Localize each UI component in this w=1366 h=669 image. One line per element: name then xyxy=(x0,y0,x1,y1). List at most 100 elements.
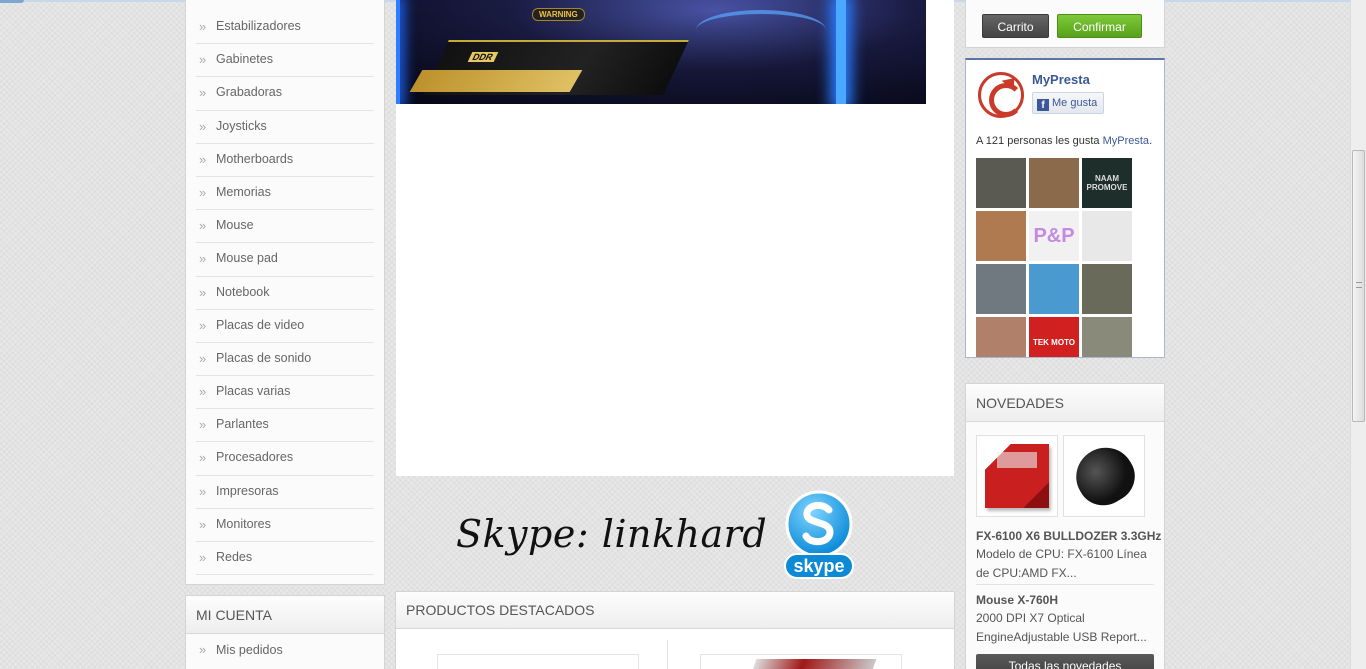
mypresta-logo-icon[interactable] xyxy=(978,72,1024,118)
news-product-desc-line: Modelo de CPU: FX-6100 Línea xyxy=(976,547,1147,561)
facebook-fan-avatar[interactable] xyxy=(976,158,1026,208)
facebook-fan-avatar[interactable] xyxy=(1082,211,1132,261)
hero-light-strip xyxy=(396,0,400,104)
facebook-page-name[interactable]: MyPresta xyxy=(1032,72,1090,87)
like-count-text: A 121 personas les gusta xyxy=(976,135,1103,147)
category-link[interactable]: » Grabadoras xyxy=(196,77,374,111)
facebook-fan-avatar[interactable] xyxy=(976,317,1026,357)
facebook-fan-avatar[interactable]: NAAM PROMOVE xyxy=(1082,158,1132,208)
product-thumb-cpu[interactable] xyxy=(976,435,1058,517)
chevron-right-icon: » xyxy=(199,151,207,167)
facebook-fan-avatar[interactable] xyxy=(976,211,1026,261)
featured-product-thumb[interactable] xyxy=(437,654,639,669)
category-link[interactable]: » Motherboards xyxy=(196,144,374,177)
chevron-right-icon: » xyxy=(199,118,207,134)
news-separator xyxy=(976,584,1154,585)
category-link[interactable]: » Mouse pad xyxy=(196,243,374,277)
news-product-name[interactable]: Mouse X-760H xyxy=(976,593,1058,607)
cart-button[interactable]: Carrito xyxy=(982,14,1049,38)
facebook-icon: f xyxy=(1037,99,1049,111)
chevron-right-icon: » xyxy=(199,85,207,101)
scrollbar-grip-icon xyxy=(1356,282,1362,288)
facebook-fan-avatar[interactable]: P&P xyxy=(1029,211,1079,261)
news-product-desc-line: de CPU:AMD FX... xyxy=(976,566,1077,580)
category-link[interactable]: » Gabinetes xyxy=(196,44,374,78)
facebook-fan-avatar[interactable] xyxy=(1082,264,1132,314)
chevron-right-icon: » xyxy=(199,19,207,34)
featured-product-thumb[interactable] xyxy=(700,654,902,669)
news-product-desc: 2000 DPI X7 Optical EngineAdjustable USB… xyxy=(976,609,1156,647)
skype-banner[interactable]: Skype: linkhard skype xyxy=(396,482,954,586)
skype-contact-text: Skype: linkhard xyxy=(456,512,768,556)
category-link[interactable]: » Placas de sonido xyxy=(196,343,374,377)
product-thumb-mouse[interactable] xyxy=(1063,435,1145,517)
facebook-fan-avatar[interactable] xyxy=(1029,158,1079,208)
category-link[interactable]: » Placas varias xyxy=(196,376,374,410)
category-link[interactable]: » Memorias xyxy=(196,177,374,211)
window-corner-mark xyxy=(0,0,24,3)
category-link[interactable]: » Redes xyxy=(196,542,374,576)
cart-block: Carrito Confirmar xyxy=(965,0,1165,48)
account-link-orders[interactable]: » Mis pedidos xyxy=(186,634,384,657)
chevron-right-icon: » xyxy=(199,417,207,433)
facebook-like-label: Me gusta xyxy=(1052,97,1098,109)
news-product-desc: Modelo de CPU: FX-6100 Línea de CPU:AMD … xyxy=(976,545,1156,583)
chevron-right-icon: » xyxy=(199,550,207,565)
category-label: Grabadoras xyxy=(216,85,283,100)
facebook-fan-avatar[interactable] xyxy=(1082,317,1132,357)
category-label: Parlantes xyxy=(216,417,269,432)
category-link[interactable]: » Parlantes xyxy=(196,409,374,443)
news-product-name[interactable]: FX-6100 X6 BULLDOZER 3.3GHz xyxy=(976,529,1161,543)
categories-block: » Estabilizadores » Gabinetes » Grabadoras » Jo… xyxy=(185,0,385,585)
chevron-right-icon: » xyxy=(199,516,207,532)
chevron-right-icon: » xyxy=(199,642,207,657)
facebook-fan-avatar[interactable] xyxy=(976,264,1026,314)
category-link[interactable]: » Placas de video xyxy=(196,310,374,343)
category-label: Monitores xyxy=(216,516,271,531)
chevron-right-icon: » xyxy=(199,184,207,200)
chevron-right-icon: » xyxy=(199,317,207,333)
all-new-products-button[interactable]: Todas las novedades xyxy=(976,654,1154,669)
category-link[interactable]: » Monitores xyxy=(196,509,374,542)
page-scrollbar[interactable] xyxy=(1350,0,1366,669)
hero-ram-badge: DDR xyxy=(467,52,498,62)
news-product-desc-line: EngineAdjustable USB Report... xyxy=(976,630,1147,644)
category-label: Procesadores xyxy=(216,450,294,465)
facebook-like-button[interactable]: f Me gusta xyxy=(1032,92,1105,114)
facebook-fan-avatar[interactable]: TEK MOTO xyxy=(1029,317,1079,357)
category-link[interactable]: » Mouse xyxy=(196,210,374,244)
category-link[interactable]: » Joysticks xyxy=(196,111,374,144)
chevron-right-icon: » xyxy=(199,218,207,234)
chevron-right-icon: » xyxy=(199,251,207,267)
chevron-right-icon: » xyxy=(199,483,207,499)
my-account-title: MI CUENTA xyxy=(186,596,384,634)
hero-ram-stripe xyxy=(409,70,583,92)
hero-warning-label: WARNING xyxy=(532,8,585,21)
facebook-like-count: A 121 personas les gusta MyPresta. xyxy=(976,135,1152,147)
category-label: Estabilizadores xyxy=(216,19,301,33)
cpu-box-image xyxy=(985,444,1049,508)
confirm-button[interactable]: Confirmar xyxy=(1057,14,1142,38)
chevron-right-icon: » xyxy=(199,284,207,300)
facebook-like-box: MyPresta f Me gusta A 121 personas les gu… xyxy=(965,58,1165,358)
featured-product-image xyxy=(745,659,877,669)
hero-cable xyxy=(696,10,826,50)
chevron-right-icon: » xyxy=(199,52,207,68)
featured-products-title: PRODUCTOS DESTACADOS xyxy=(396,592,954,629)
category-link[interactable]: » Procesadores xyxy=(196,442,374,476)
category-link[interactable]: » Notebook xyxy=(196,277,374,310)
account-link-label: Mis pedidos xyxy=(216,643,283,657)
category-label: Notebook xyxy=(216,284,270,299)
like-count-page-link[interactable]: MyPresta xyxy=(1103,135,1149,147)
scrollbar-thumb[interactable] xyxy=(1352,150,1365,422)
category-list: » Estabilizadores » Gabinetes » Grabadoras » Jo… xyxy=(186,0,384,576)
hero-banner-image[interactable]: WARNING DDR xyxy=(396,0,926,104)
like-count-suffix: . xyxy=(1149,135,1153,147)
facebook-fan-avatar[interactable] xyxy=(1029,264,1079,314)
chevron-right-icon: » xyxy=(199,384,207,400)
category-link[interactable]: » Impresoras xyxy=(196,476,374,509)
category-label: Joysticks xyxy=(216,118,267,133)
category-link[interactable]: » Estabilizadores xyxy=(196,11,374,45)
category-label: Placas varias xyxy=(216,384,291,399)
featured-products-block: PRODUCTOS DESTACADOS xyxy=(395,591,955,669)
